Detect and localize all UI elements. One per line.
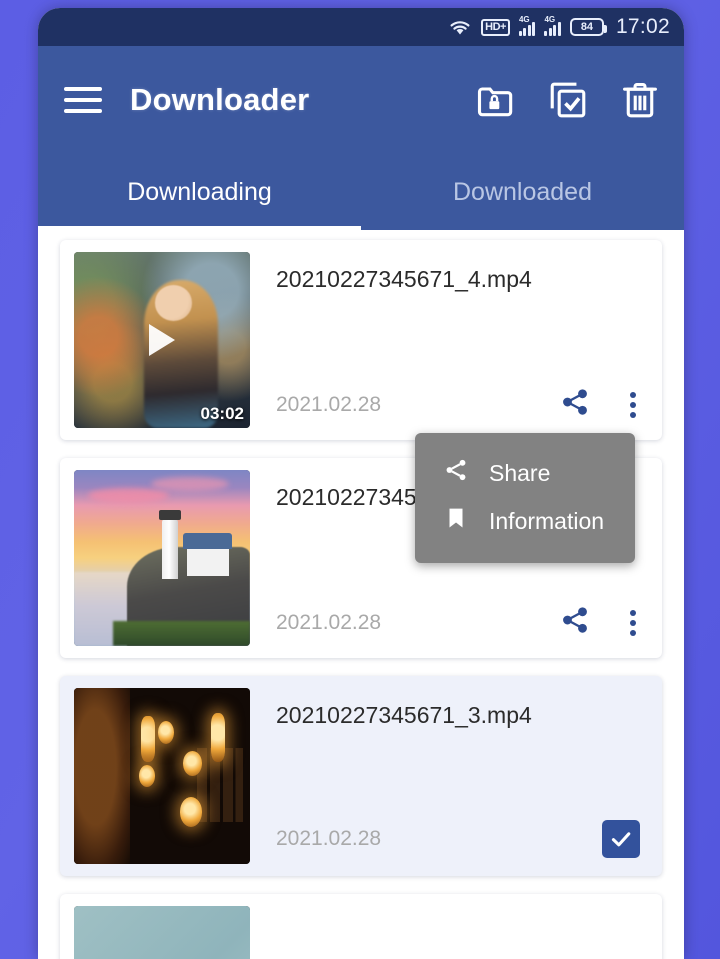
list-item-footer: 2021.02.28: [276, 820, 648, 858]
hd-plus-badge: HD+: [481, 18, 510, 36]
video-thumbnail[interactable]: [74, 906, 250, 959]
list-item[interactable]: 03:02 20210227345671_4.mp4 2021.02.28: [60, 240, 662, 440]
download-list[interactable]: 03:02 20210227345671_4.mp4 2021.02.28 20…: [38, 230, 684, 959]
context-menu-item-share[interactable]: Share: [415, 449, 635, 497]
list-item[interactable]: [60, 894, 662, 959]
wifi-icon: [448, 17, 472, 37]
list-item-actions: [560, 605, 648, 640]
checkbox-multiple-icon[interactable]: [546, 78, 590, 122]
tab-bar: Downloading Downloaded: [38, 154, 684, 230]
context-menu-label: Information: [489, 507, 605, 534]
file-name: 20210227345671_4.mp4: [276, 266, 532, 292]
clock: 17:02: [615, 15, 670, 38]
list-item[interactable]: 20210227345671_3.mp4 2021.02.28: [60, 676, 662, 876]
list-item-body: 20210227345671_4.mp4 2021.02.28: [250, 252, 648, 428]
duration-badge: 03:02: [200, 404, 244, 423]
thumbnail-image: [74, 688, 250, 864]
app-bar: Downloader: [38, 46, 684, 154]
context-menu-item-information[interactable]: Information: [415, 497, 635, 545]
thumbnail-image: [74, 906, 250, 959]
folder-lock-icon[interactable]: [474, 78, 518, 122]
more-vertical-icon[interactable]: [624, 390, 642, 420]
page-title: Downloader: [130, 82, 310, 117]
video-thumbnail[interactable]: [74, 688, 250, 864]
tab-downloading[interactable]: Downloading: [38, 154, 361, 230]
list-item-footer: 2021.02.28: [276, 387, 648, 422]
list-item-footer: 2021.02.28: [276, 605, 648, 640]
signal-bars-1-icon: 4G: [518, 15, 536, 36]
signal-1-label: 4G: [518, 15, 530, 24]
list-item-body: [250, 906, 648, 959]
tab-downloaded[interactable]: Downloaded: [361, 154, 684, 230]
file-date: 2021.02.28: [276, 392, 382, 416]
video-thumbnail[interactable]: 03:02: [74, 252, 250, 428]
bookmark-icon: [443, 505, 469, 537]
device-frame: HD+ 4G 4G 84 17:02 Downloader Downloadin…: [0, 0, 720, 959]
context-menu-label: Share: [489, 459, 551, 486]
share-icon: [443, 457, 469, 489]
signal-2-label: 4G: [544, 15, 556, 24]
play-icon[interactable]: [149, 324, 175, 356]
phone-screen: HD+ 4G 4G 84 17:02 Downloader Downloadin…: [38, 8, 684, 959]
more-vertical-icon[interactable]: [624, 608, 642, 638]
trash-icon[interactable]: [618, 78, 662, 122]
list-item-actions: [560, 387, 648, 422]
context-menu[interactable]: Share Information: [415, 433, 635, 563]
share-icon[interactable]: [560, 387, 590, 422]
file-name: 20210227345671_3.mp4: [276, 702, 532, 728]
status-bar: HD+ 4G 4G 84 17:02: [38, 8, 684, 46]
video-thumbnail[interactable]: [74, 470, 250, 646]
file-date: 2021.02.28: [276, 827, 382, 850]
signal-bars-2-icon: 4G: [544, 15, 561, 36]
thumbnail-image: [74, 470, 250, 646]
app-bar-actions: [474, 78, 662, 122]
hamburger-menu-icon[interactable]: [64, 87, 102, 113]
battery-icon: 84: [569, 18, 607, 36]
list-item-body: 20210227345671_3.mp4 2021.02.28: [250, 688, 648, 864]
file-date: 2021.02.28: [276, 610, 382, 634]
selection-checkbox[interactable]: [602, 820, 640, 858]
share-icon[interactable]: [560, 605, 590, 640]
